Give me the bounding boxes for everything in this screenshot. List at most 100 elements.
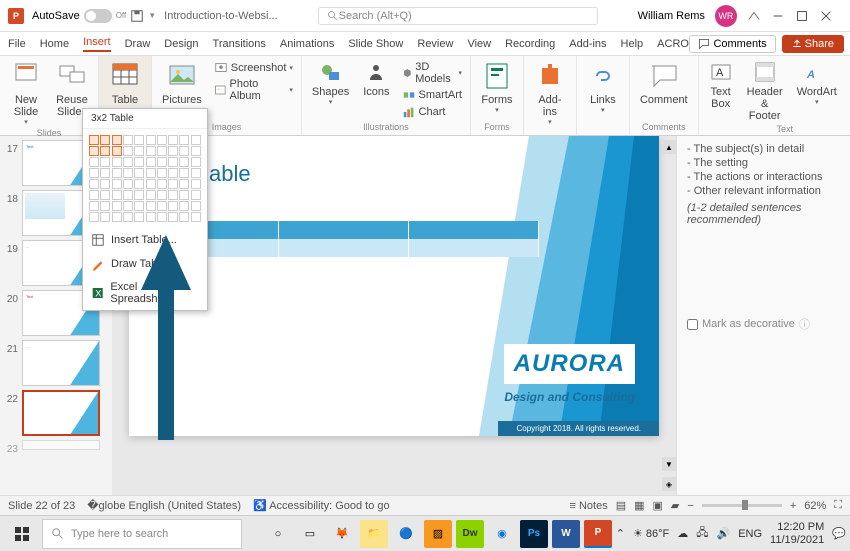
photo-album-button[interactable]: Photo Album▾ <box>210 77 297 103</box>
icons-button[interactable]: Icons <box>357 58 395 100</box>
start-button[interactable] <box>4 518 40 550</box>
grid-cell[interactable] <box>157 168 167 178</box>
grid-cell[interactable] <box>100 157 110 167</box>
grid-cell[interactable] <box>157 135 167 145</box>
smartart-button[interactable]: SmartArt <box>398 87 466 103</box>
grid-cell[interactable] <box>100 146 110 156</box>
grid-cell[interactable] <box>89 201 99 211</box>
grid-cell[interactable] <box>89 168 99 178</box>
grid-cell[interactable] <box>191 212 201 222</box>
comment-button[interactable]: Comment <box>634 58 694 108</box>
tab-home[interactable]: Home <box>40 38 69 50</box>
insert-table-item[interactable]: Insert Table... <box>83 228 207 252</box>
notifications-icon[interactable]: 💬 <box>832 527 846 540</box>
thumb-23[interactable]: 23 <box>0 438 112 457</box>
chrome-icon[interactable]: 🔵 <box>392 520 420 548</box>
grid-cell[interactable] <box>191 190 201 200</box>
tab-animations[interactable]: Animations <box>280 38 334 50</box>
taskbar-search[interactable]: Type here to search <box>42 519 242 549</box>
comments-button[interactable]: Comments <box>689 35 775 53</box>
grid-cell[interactable] <box>146 146 156 156</box>
grid-cell[interactable] <box>100 201 110 211</box>
sorter-view-icon[interactable]: ▦ <box>634 499 644 512</box>
grid-cell[interactable] <box>123 157 133 167</box>
tab-review[interactable]: Review <box>417 38 453 50</box>
tray-chevron-icon[interactable]: ⌃ <box>616 527 625 540</box>
table-grid-picker[interactable] <box>83 129 207 228</box>
grid-cell[interactable] <box>112 146 122 156</box>
grid-cell[interactable] <box>157 179 167 189</box>
grid-cell[interactable] <box>134 157 144 167</box>
dreamweaver-icon[interactable]: Dw <box>456 520 484 548</box>
grid-cell[interactable] <box>157 146 167 156</box>
scroll-up-button[interactable]: ▲ <box>662 140 676 154</box>
grid-cell[interactable] <box>100 179 110 189</box>
grid-cell[interactable] <box>179 157 189 167</box>
grid-cell[interactable] <box>146 135 156 145</box>
grid-cell[interactable] <box>168 157 178 167</box>
grid-cell[interactable] <box>123 135 133 145</box>
fit-window-icon[interactable]: ⛶ <box>834 499 842 512</box>
screenshot-button[interactable]: Screenshot▾ <box>210 60 297 76</box>
scroll-down-button[interactable]: ▼ <box>662 457 676 471</box>
grid-cell[interactable] <box>134 212 144 222</box>
tab-file[interactable]: File <box>8 38 26 50</box>
zoom-in-button[interactable]: + <box>790 500 796 512</box>
normal-view-icon[interactable]: ▤ <box>616 499 626 512</box>
addins-button[interactable]: Add- ins▾ <box>528 58 572 128</box>
grid-cell[interactable] <box>157 201 167 211</box>
chevron-down-icon[interactable]: ▼ <box>148 11 156 20</box>
zoom-slider[interactable] <box>702 504 782 507</box>
grid-cell[interactable] <box>179 201 189 211</box>
grid-cell[interactable] <box>89 146 99 156</box>
grid-cell[interactable] <box>146 212 156 222</box>
grid-cell[interactable] <box>134 146 144 156</box>
grid-cell[interactable] <box>123 201 133 211</box>
grid-cell[interactable] <box>112 168 122 178</box>
grid-cell[interactable] <box>89 157 99 167</box>
shapes-button[interactable]: Shapes▾ <box>306 58 355 108</box>
maximize-icon[interactable] <box>795 9 809 23</box>
autosave-toggle[interactable] <box>84 9 112 23</box>
zoom-out-button[interactable]: − <box>687 500 693 512</box>
grid-cell[interactable] <box>100 168 110 178</box>
grid-cell[interactable] <box>157 212 167 222</box>
grid-cell[interactable] <box>100 190 110 200</box>
grid-cell[interactable] <box>157 157 167 167</box>
search-input[interactable]: Search (Alt+Q) <box>318 7 598 25</box>
new-slide-button[interactable]: New Slide▾ <box>4 58 48 128</box>
explorer-icon[interactable]: 📁 <box>360 520 388 548</box>
save-icon[interactable] <box>130 9 144 23</box>
network-icon[interactable]: 🖧 <box>696 524 708 543</box>
grid-cell[interactable] <box>179 190 189 200</box>
clock[interactable]: 12:20 PM 11/19/2021 <box>770 521 824 545</box>
tab-draw[interactable]: Draw <box>125 38 151 50</box>
grid-cell[interactable] <box>191 157 201 167</box>
grid-cell[interactable] <box>146 168 156 178</box>
grid-cell[interactable] <box>146 157 156 167</box>
grid-cell[interactable] <box>157 190 167 200</box>
grid-cell[interactable] <box>134 135 144 145</box>
tab-slideshow[interactable]: Slide Show <box>348 38 403 50</box>
grid-cell[interactable] <box>112 157 122 167</box>
draw-table-item[interactable]: Draw Table <box>83 252 207 276</box>
grid-cell[interactable] <box>168 135 178 145</box>
grid-cell[interactable] <box>89 179 99 189</box>
minimize-icon[interactable] <box>771 9 785 23</box>
grid-cell[interactable] <box>168 201 178 211</box>
forms-button[interactable]: Forms▾ <box>475 58 519 116</box>
grid-cell[interactable] <box>112 135 122 145</box>
grid-cell[interactable] <box>89 212 99 222</box>
share-button[interactable]: Share <box>782 35 844 53</box>
tab-transitions[interactable]: Transitions <box>213 38 266 50</box>
onedrive-icon[interactable]: ☁ <box>677 527 688 540</box>
grid-cell[interactable] <box>112 201 122 211</box>
grid-cell[interactable] <box>168 179 178 189</box>
tab-recording[interactable]: Recording <box>505 38 555 50</box>
language-indicator[interactable]: �globe English (United States) <box>87 499 241 512</box>
grid-cell[interactable] <box>179 135 189 145</box>
slide-title[interactable]: able <box>209 161 251 187</box>
grid-cell[interactable] <box>123 190 133 200</box>
grid-cell[interactable] <box>179 179 189 189</box>
grid-cell[interactable] <box>100 212 110 222</box>
